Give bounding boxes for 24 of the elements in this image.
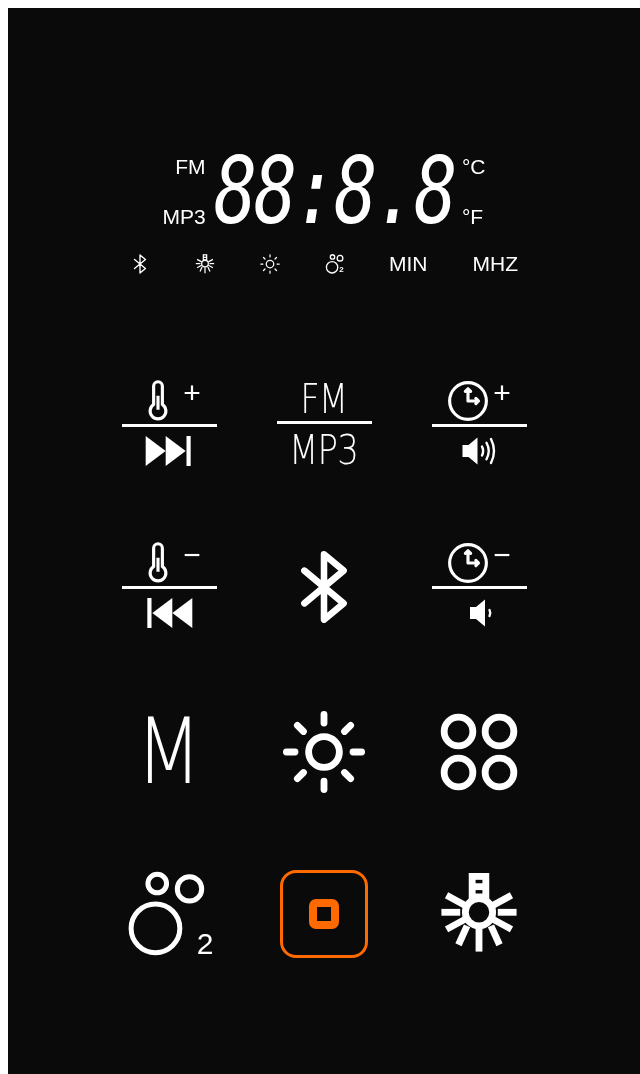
unit-indicator: MHZ	[472, 252, 518, 276]
power-button[interactable]	[280, 870, 368, 958]
unit-indicator: °C	[461, 155, 486, 179]
clock-icon	[447, 379, 490, 422]
lamp-icon	[438, 873, 520, 955]
dual-function-button[interactable]: −	[431, 542, 527, 631]
oxygen-indicator: 2	[325, 254, 344, 274]
memory-button[interactable]: M	[136, 711, 202, 792]
unit-indicator: °F	[461, 205, 485, 229]
dual-function-button[interactable]: +	[121, 379, 217, 469]
mode-indicator: MP3	[162, 205, 206, 229]
oxygen-button[interactable]: 2	[124, 871, 214, 957]
clock-icon	[447, 542, 490, 584]
icon-button[interactable]	[283, 710, 365, 793]
mode-button[interactable]: FM MP3	[276, 378, 372, 470]
unit-indicator: MIN	[388, 252, 428, 276]
segment-display: 88:8.8	[213, 146, 455, 238]
lamp-icon	[195, 254, 216, 274]
dual-function-button[interactable]: −	[121, 542, 217, 631]
icon-button[interactable]	[438, 873, 520, 955]
sun-icon	[260, 254, 281, 274]
dual-function-button[interactable]: +	[431, 379, 527, 469]
sun-icon	[283, 710, 365, 793]
mode-indicator: FM	[175, 155, 206, 179]
